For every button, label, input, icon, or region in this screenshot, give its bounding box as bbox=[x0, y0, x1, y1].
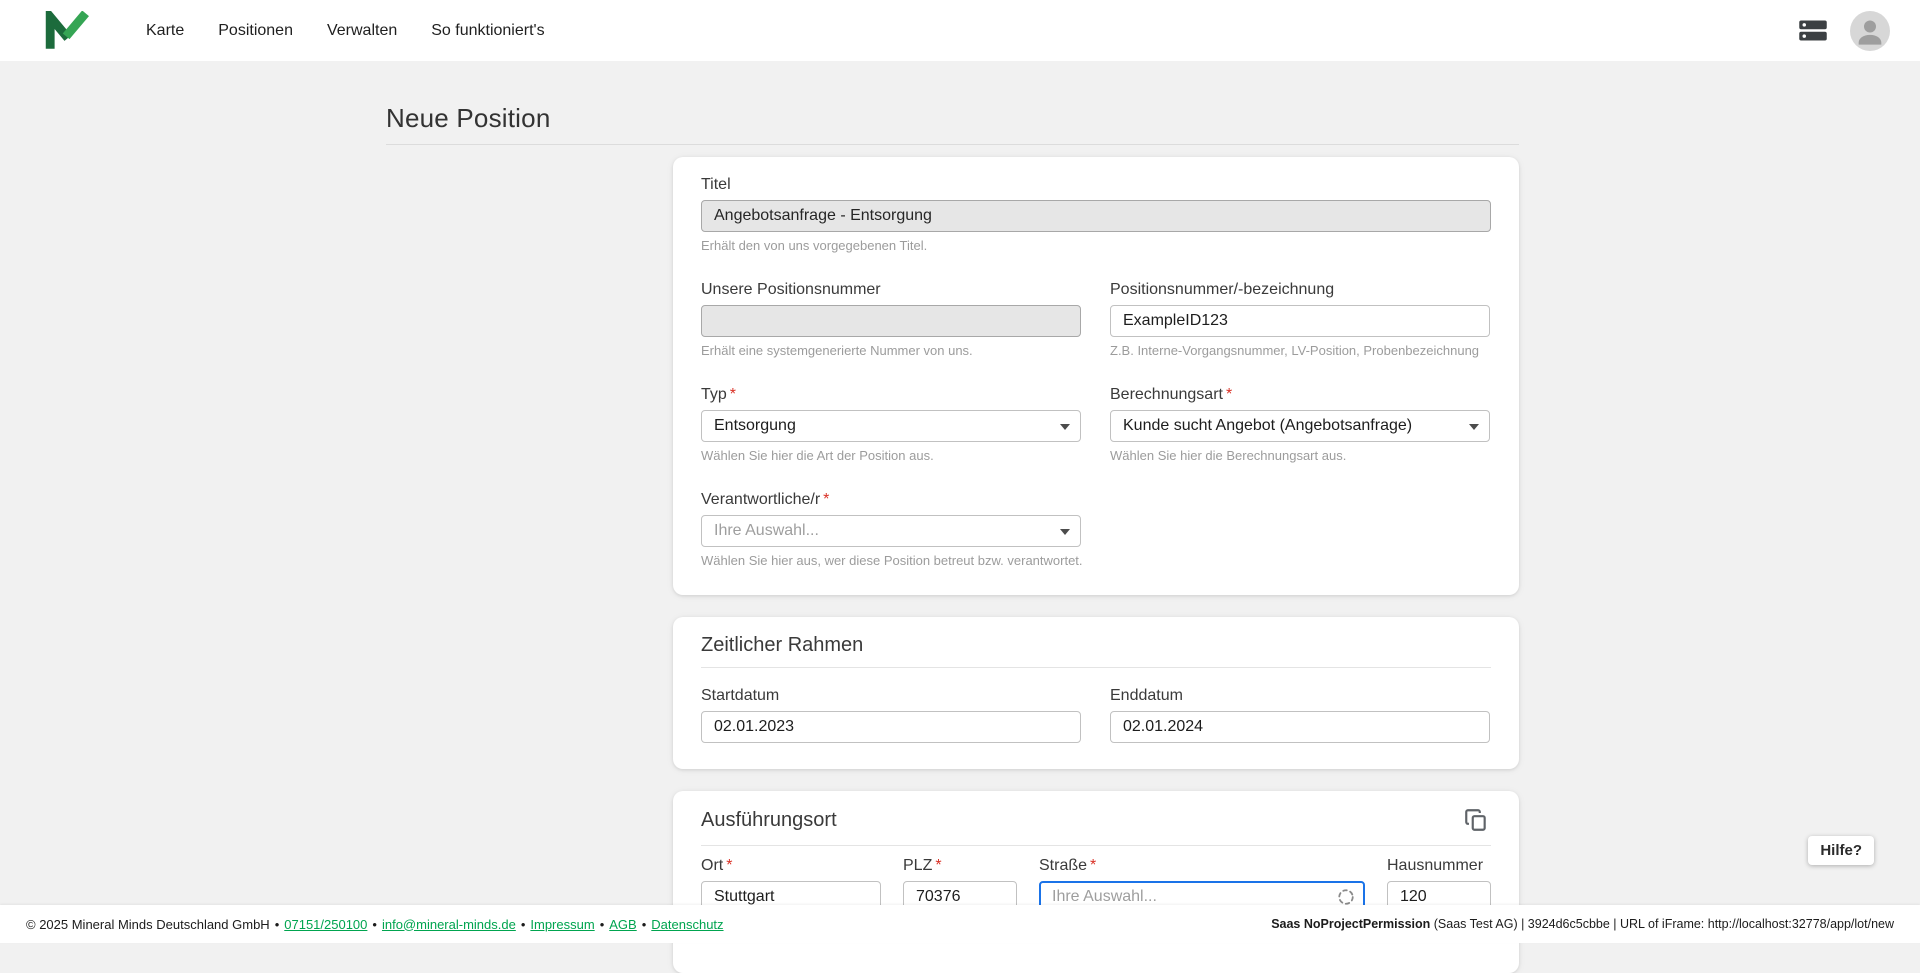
top-app-bar: Karte Positionen Verwalten So funktionie… bbox=[0, 0, 1920, 61]
verantwortliche-label: Verantwortliche/r* bbox=[701, 490, 1221, 509]
required-asterisk: * bbox=[935, 857, 941, 874]
typ-select[interactable]: Entsorgung bbox=[701, 410, 1081, 442]
nav-item-verwalten[interactable]: Verwalten bbox=[327, 22, 397, 40]
required-asterisk: * bbox=[1226, 386, 1232, 403]
required-asterisk: * bbox=[1090, 857, 1096, 874]
verantwortliche-select[interactable]: Ihre Auswahl... bbox=[701, 515, 1081, 547]
mineral-minds-logo-icon bbox=[44, 11, 90, 51]
startdatum-input[interactable] bbox=[701, 711, 1081, 743]
berechnungsart-label: Berechnungsart* bbox=[1110, 385, 1490, 404]
footer-link-impressum[interactable]: Impressum bbox=[530, 917, 594, 932]
titel-input bbox=[701, 200, 1491, 232]
section-divider bbox=[701, 667, 1491, 668]
account-button[interactable] bbox=[1848, 9, 1892, 53]
copy-address-button[interactable] bbox=[1461, 805, 1491, 835]
copyright-text: © 2025 Mineral Minds Deutschland GmbH bbox=[26, 917, 270, 932]
enddatum-label: Enddatum bbox=[1110, 686, 1490, 705]
separator: • bbox=[642, 917, 647, 932]
zeitlicher-rahmen-heading: Zeitlicher Rahmen bbox=[701, 633, 1491, 657]
title-divider bbox=[386, 144, 1519, 145]
ort-label: Ort* bbox=[701, 856, 881, 875]
footer-link-email[interactable]: info@mineral-minds.de bbox=[382, 917, 516, 932]
page-title: Neue Position bbox=[386, 103, 1519, 134]
ausfuehrungsort-heading: Ausführungsort bbox=[701, 808, 837, 832]
zeitlicher-rahmen-card: Zeitlicher Rahmen Startdatum Enddatum bbox=[673, 617, 1519, 769]
typ-hint: Wählen Sie hier die Art der Position aus… bbox=[701, 448, 1081, 464]
titel-hint: Erhält den von uns vorgegebenen Titel. bbox=[701, 238, 1491, 254]
separator: • bbox=[372, 917, 377, 932]
hausnummer-label: Hausnummer bbox=[1387, 856, 1491, 875]
plz-label: PLZ* bbox=[903, 856, 1017, 875]
required-asterisk: * bbox=[823, 491, 829, 508]
environment-info: Saas NoProjectPermission (Saas Test AG) … bbox=[1271, 917, 1894, 931]
unsere-positionsnummer-input bbox=[701, 305, 1081, 337]
typ-label: Typ* bbox=[701, 385, 1081, 404]
positionsnummer-input[interactable] bbox=[1110, 305, 1490, 337]
help-button[interactable]: Hilfe? bbox=[1808, 836, 1874, 865]
enddatum-input[interactable] bbox=[1110, 711, 1490, 743]
nav-item-positionen[interactable]: Positionen bbox=[218, 22, 293, 40]
position-details-card: Titel Erhält den von uns vorgegebenen Ti… bbox=[673, 157, 1519, 595]
berechnungsart-hint: Wählen Sie hier die Berechnungsart aus. bbox=[1110, 448, 1490, 464]
separator: • bbox=[275, 917, 280, 932]
main-content: Neue Position Titel Erhält den von uns v… bbox=[0, 61, 1519, 973]
verantwortliche-hint: Wählen Sie hier aus, wer diese Position … bbox=[701, 553, 1221, 569]
unsere-positionsnummer-label: Unsere Positionsnummer bbox=[701, 280, 1081, 299]
strasse-label: Straße* bbox=[1039, 856, 1365, 875]
footer: © 2025 Mineral Minds Deutschland GmbH • … bbox=[0, 905, 1920, 943]
footer-link-phone[interactable]: 07151/250100 bbox=[284, 917, 367, 932]
separator: • bbox=[521, 917, 526, 932]
separator: • bbox=[600, 917, 605, 932]
positionsnummer-hint: Z.B. Interne-Vorgangsnummer, LV-Position… bbox=[1110, 343, 1490, 359]
footer-links: © 2025 Mineral Minds Deutschland GmbH • … bbox=[26, 917, 724, 932]
positionsnummer-label: Positionsnummer/-bezeichnung bbox=[1110, 280, 1490, 299]
ausfuehrungsort-card: Ausführungsort Ort* bbox=[673, 791, 1519, 973]
main-nav: Karte Positionen Verwalten So funktionie… bbox=[146, 22, 545, 40]
loading-spinner-icon bbox=[1337, 888, 1355, 906]
footer-link-datenschutz[interactable]: Datenschutz bbox=[651, 917, 723, 932]
required-asterisk: * bbox=[730, 386, 736, 403]
nav-item-karte[interactable]: Karte bbox=[146, 22, 184, 40]
devices-button[interactable] bbox=[1796, 16, 1830, 45]
app-logo[interactable] bbox=[44, 11, 90, 51]
copy-icon bbox=[1463, 807, 1489, 833]
startdatum-label: Startdatum bbox=[701, 686, 1081, 705]
section-divider bbox=[701, 845, 1491, 846]
berechnungsart-select[interactable]: Kunde sucht Angebot (Angebotsanfrage) bbox=[1110, 410, 1490, 442]
required-asterisk: * bbox=[726, 857, 732, 874]
titel-label: Titel bbox=[701, 175, 1491, 194]
server-stack-icon bbox=[1798, 18, 1828, 43]
footer-link-agb[interactable]: AGB bbox=[609, 917, 636, 932]
user-avatar-icon bbox=[1850, 11, 1890, 51]
nav-item-so-funktionierts[interactable]: So funktioniert's bbox=[431, 22, 544, 40]
unsere-positionsnummer-hint: Erhält eine systemgenerierte Nummer von … bbox=[701, 343, 1081, 359]
